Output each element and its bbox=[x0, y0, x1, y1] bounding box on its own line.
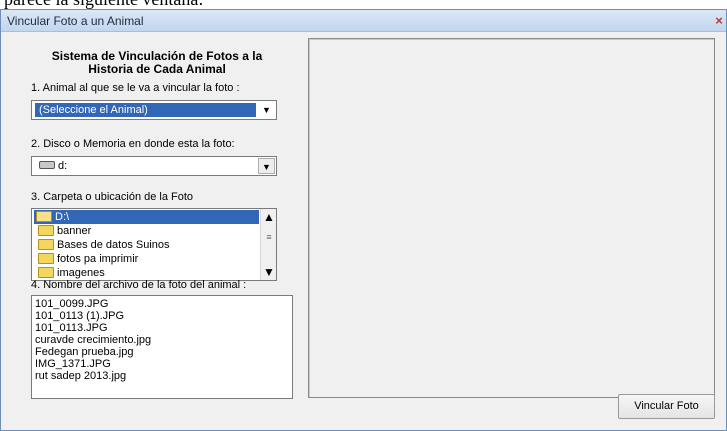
file-list-label: 4. Nombre del archivo de la foto del ani… bbox=[31, 279, 247, 291]
photo-preview bbox=[308, 38, 715, 398]
file-item[interactable]: rut sadep 2013.jpg bbox=[35, 370, 126, 382]
folder-label: Bases de datos Suinos bbox=[57, 239, 170, 251]
file-item[interactable]: 101_0099.JPG bbox=[35, 298, 108, 310]
chevron-down-icon[interactable]: ▼ bbox=[258, 158, 275, 174]
folder-label: D:\ bbox=[55, 211, 70, 223]
drive-select-value: d: bbox=[58, 160, 68, 172]
folder-icon bbox=[38, 252, 54, 264]
title-bar[interactable]: Vincular Foto a un Animal × bbox=[1, 10, 726, 32]
window-title: Vincular Foto a un Animal bbox=[7, 14, 144, 28]
file-item[interactable]: 101_0113.JPG bbox=[35, 322, 108, 334]
folder-label: banner bbox=[57, 225, 92, 237]
drive-select-value-wrap: d: bbox=[35, 159, 256, 173]
file-item[interactable]: curavde crecimiento.jpg bbox=[35, 334, 151, 346]
scroll-thumb[interactable]: ≡ bbox=[263, 227, 275, 247]
folder-item[interactable]: imagenes bbox=[34, 266, 259, 280]
heading-line-2: Historia de Cada Animal bbox=[88, 62, 226, 76]
file-list[interactable]: 101_0099.JPG 101_0113 (1).JPG 101_0113.J… bbox=[31, 295, 293, 399]
dialog-heading: Sistema de Vinculación de Fotos a la His… bbox=[27, 50, 287, 76]
folder-icon bbox=[38, 238, 54, 250]
scroll-down-icon[interactable]: ▼ bbox=[261, 264, 276, 280]
drive-select[interactable]: d: ▼ bbox=[31, 156, 277, 176]
folder-item[interactable]: Bases de datos Suinos bbox=[34, 238, 259, 252]
folder-icon bbox=[38, 266, 54, 278]
folder-item-root[interactable]: D:\ bbox=[34, 210, 259, 224]
folder-list-scrollbar[interactable]: ▲ ≡ ▼ bbox=[260, 209, 276, 280]
folder-label: fotos pa imprimir bbox=[57, 253, 139, 265]
folder-open-icon bbox=[36, 210, 52, 222]
drive-select-label: 2. Disco o Memoria en donde esta la foto… bbox=[31, 138, 235, 150]
folder-item[interactable]: fotos pa imprimir bbox=[34, 252, 259, 266]
folder-item[interactable]: banner bbox=[34, 224, 259, 238]
folder-list[interactable]: D:\ banner Bases de datos Suinos fotos p… bbox=[31, 208, 277, 281]
background-text: parece la siguiente ventana: bbox=[4, 0, 203, 8]
chevron-down-icon[interactable]: ▼ bbox=[258, 102, 275, 118]
close-icon[interactable]: × bbox=[712, 10, 726, 32]
link-photo-button[interactable]: Vincular Foto bbox=[618, 394, 715, 419]
file-item[interactable]: Fedegan prueba.jpg bbox=[35, 346, 133, 358]
animal-select-label: 1. Animal al que se le va a vincular la … bbox=[31, 82, 240, 94]
folder-icon bbox=[38, 224, 54, 236]
folder-list-label: 3. Carpeta o ubicación de la Foto bbox=[31, 191, 194, 203]
dialog-window: Vincular Foto a un Animal × Sistema de V… bbox=[0, 9, 727, 431]
animal-select[interactable]: (Seleccione el Animal) ▼ bbox=[31, 100, 277, 120]
folder-label: imagenes bbox=[57, 267, 105, 279]
drive-icon bbox=[39, 161, 55, 170]
file-item[interactable]: 101_0113 (1).JPG bbox=[35, 310, 124, 322]
scroll-up-icon[interactable]: ▲ bbox=[261, 209, 276, 225]
animal-select-value: (Seleccione el Animal) bbox=[35, 103, 256, 117]
file-item[interactable]: IMG_1371.JPG bbox=[35, 358, 111, 370]
background-document-text: parece la siguiente ventana: bbox=[0, 0, 727, 9]
